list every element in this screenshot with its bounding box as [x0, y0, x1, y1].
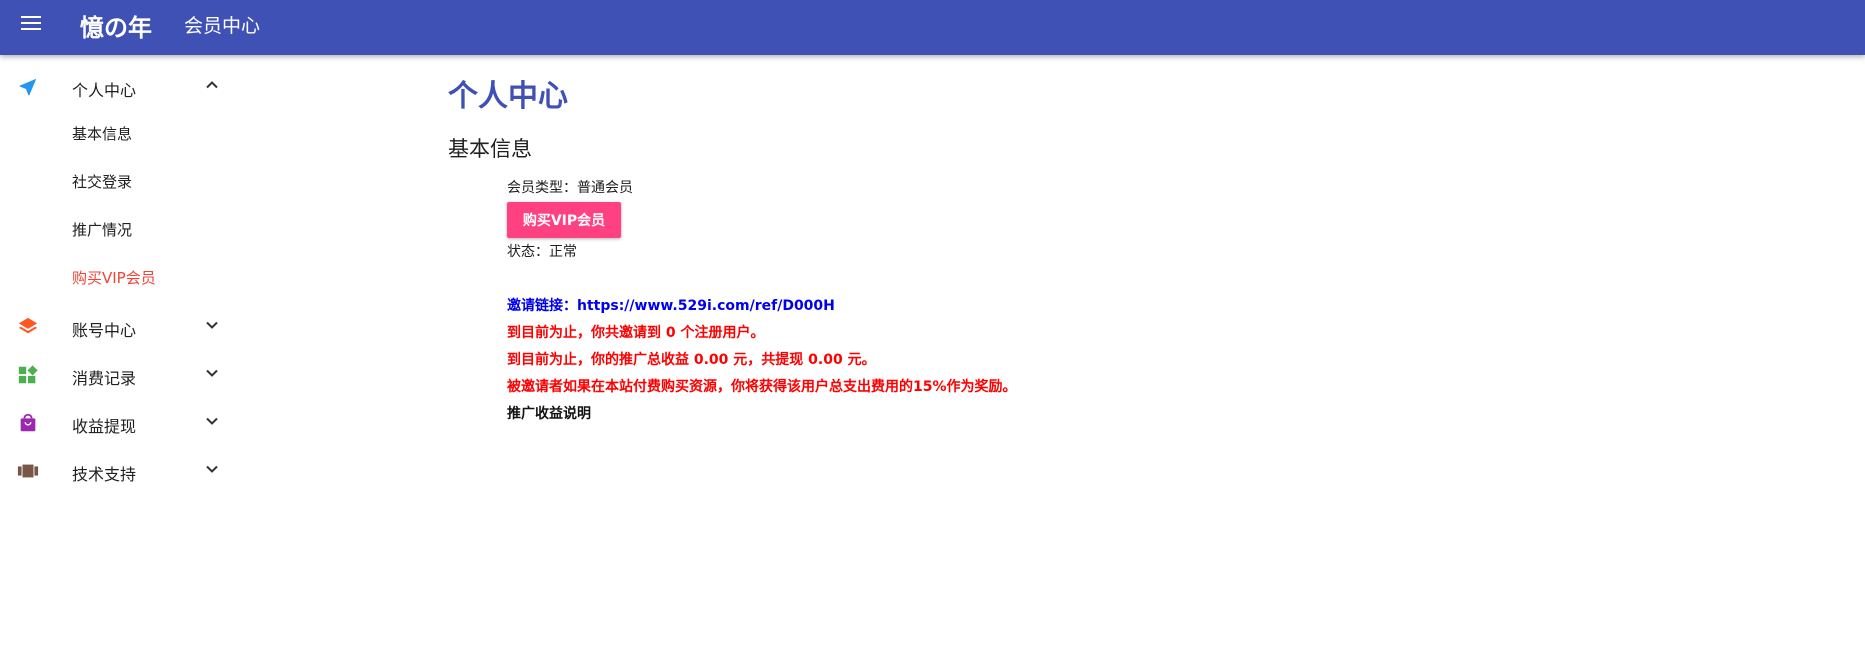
status-text: 状态：正常 — [507, 244, 577, 260]
member-type-text: 会员类型：普通会员 — [507, 180, 633, 196]
chevron-down-icon — [206, 369, 218, 377]
sidebar-item-earnings-withdrawal[interactable]: 收益提现 — [0, 399, 240, 447]
chevron-down-icon — [206, 321, 218, 329]
shopping-bag-icon — [20, 413, 36, 432]
buy-vip-button[interactable]: 购买VIP会员 — [507, 202, 621, 238]
app-bar: 憶の年 会员中心 — [0, 0, 1865, 55]
sidebar-item-spending-records[interactable]: 消费记录 — [0, 351, 240, 399]
sidebar-item-personal-center[interactable]: 个人中心 — [0, 63, 240, 111]
navigation-arrow-icon — [19, 78, 37, 96]
sidebar-item-label: 收益提现 — [72, 417, 137, 436]
sidebar-subitem-label: 推广情况 — [72, 221, 133, 239]
sidebar-subitem-social-login[interactable]: 社交登录 — [0, 159, 240, 205]
invite-link[interactable]: https://www.529i.com/ref/D000H — [577, 298, 835, 314]
chevron-down-icon — [206, 465, 218, 473]
sidebar-item-label: 技术支持 — [72, 465, 137, 484]
app-bar-title: 会员中心 — [184, 15, 261, 37]
page-title: 个人中心 — [448, 79, 568, 114]
sidebar-item-label: 消费记录 — [72, 369, 137, 388]
earnings-summary-text: 到目前为止，你的推广总收益 0.00 元，共提现 0.00 元。 — [507, 352, 876, 368]
layers-icon — [18, 317, 38, 334]
card-stack-icon — [17, 464, 39, 478]
invite-link-label: 邀请链接： — [507, 298, 577, 314]
sidebar-item-account-center[interactable]: 账号中心 — [0, 303, 240, 351]
sidebar-subitem-label: 购买VIP会员 — [72, 269, 156, 287]
sidebar-subitem-promotion[interactable]: 推广情况 — [0, 207, 240, 253]
chevron-up-icon — [206, 81, 218, 89]
hamburger-menu-icon[interactable] — [20, 12, 44, 34]
widgets-icon — [18, 365, 38, 384]
sidebar-subitem-label: 社交登录 — [72, 173, 133, 191]
invited-count-text: 到目前为止，你共邀请到 0 个注册用户。 — [507, 325, 765, 341]
sidebar: 个人中心 基本信息 社交登录 推广情况 购买VIP会员 账号中心 消费记录 收益… — [0, 55, 240, 660]
sidebar-subitem-label: 基本信息 — [72, 125, 133, 143]
sidebar-subitem-buy-vip[interactable]: 购买VIP会员 — [0, 255, 240, 301]
brand-logo-text[interactable]: 憶の年 — [80, 8, 152, 43]
sidebar-subitem-basic-info[interactable]: 基本信息 — [0, 111, 240, 157]
chevron-down-icon — [206, 417, 218, 425]
sidebar-item-label: 个人中心 — [72, 81, 137, 100]
section-title: 基本信息 — [448, 137, 532, 161]
sidebar-item-label: 账号中心 — [72, 321, 137, 340]
sidebar-item-tech-support[interactable]: 技术支持 — [0, 447, 240, 495]
promo-earnings-note: 推广收益说明 — [507, 406, 591, 422]
invite-link-row: 邀请链接：https://www.529i.com/ref/D000H — [507, 295, 835, 315]
reward-rule-text: 被邀请者如果在本站付费购买资源，你将获得该用户总支出费用的15%作为奖励。 — [507, 379, 1017, 395]
